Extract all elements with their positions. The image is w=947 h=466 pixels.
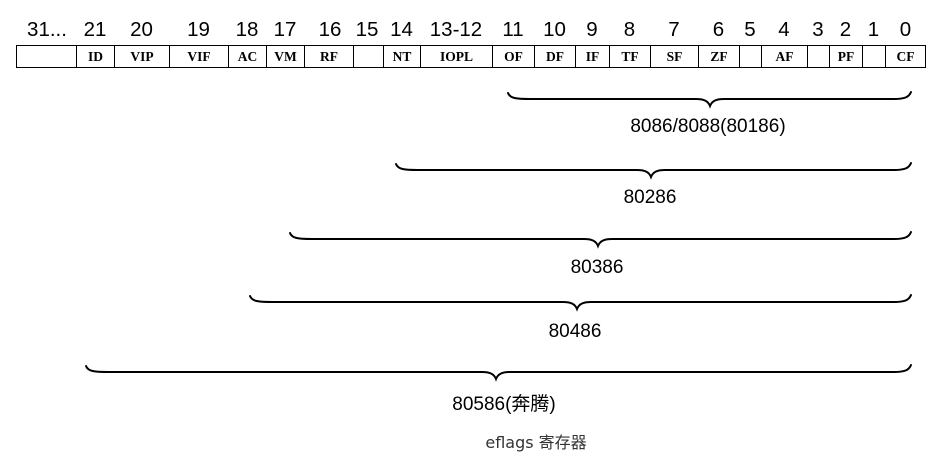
coverage-label-8086: 8086/8088(80186) — [630, 116, 786, 137]
brace-80586 — [85, 364, 912, 382]
coverage-label-80486: 80486 — [548, 321, 602, 342]
coverage-label-80286: 80286 — [623, 187, 677, 208]
diagram-caption: eflags 寄存器 — [485, 433, 587, 452]
brace-8086 — [507, 91, 912, 109]
brace-80486 — [249, 294, 912, 312]
coverage-label-80386: 80386 — [570, 257, 624, 278]
coverage-label-80586: 80586(奔腾) — [452, 394, 556, 415]
brace-80386 — [289, 231, 912, 249]
eflags-diagram: 31... 21 20 19 18 17 16 15 14 13-12 11 1… — [0, 0, 947, 466]
brace-80286 — [395, 162, 912, 180]
